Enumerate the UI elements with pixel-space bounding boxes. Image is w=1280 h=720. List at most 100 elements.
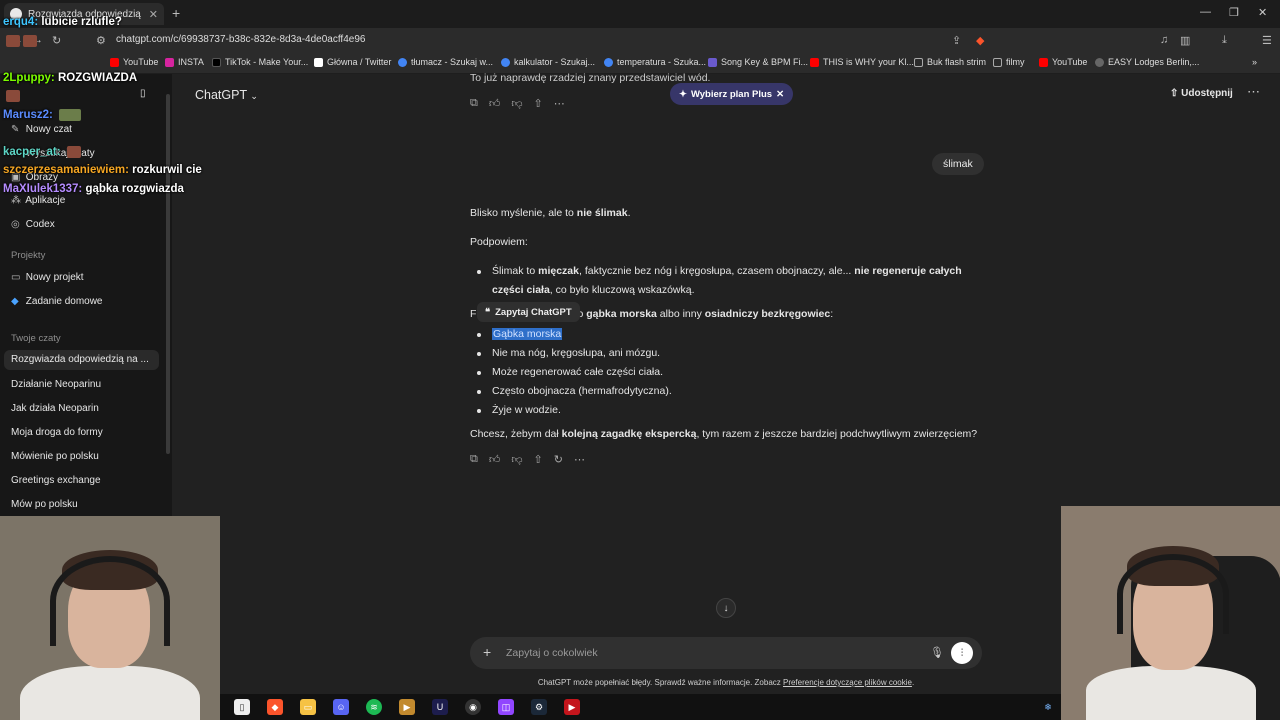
- brave-shield-icon[interactable]: ◆: [976, 34, 984, 47]
- minimize-icon[interactable]: —: [1200, 6, 1211, 18]
- sidebar-item-homework[interactable]: ◆ Zadanie domowe: [11, 296, 103, 307]
- apps-grid-icon: ⁂: [11, 195, 21, 206]
- answer-paragraph-1: Blisko myślenie, ale to nie ślimak.: [470, 207, 631, 219]
- upgrade-label: Wybierz plan Plus: [690, 88, 773, 100]
- bookmark-tlumacz[interactable]: tłumacz - Szukaj w...: [398, 57, 493, 67]
- chat-item[interactable]: Rozgwiazda odpowiedzią na ...: [11, 354, 149, 365]
- overlay-chat-line: erqu4: lubicie rzlufle?: [3, 16, 122, 28]
- bookmark-kalkulator[interactable]: kalkulator - Szukaj...: [501, 57, 595, 67]
- chat-item[interactable]: Działanie Neoparinu: [11, 379, 101, 390]
- selected-text[interactable]: Gąbka morska: [492, 328, 563, 340]
- copy-icon[interactable]: ⧉: [470, 453, 478, 466]
- ultimate-icon[interactable]: U: [432, 699, 448, 715]
- text: :: [830, 308, 834, 320]
- ask-chatgpt-popup[interactable]: ❝ Zapytaj ChatGPT: [477, 302, 580, 322]
- spotify-icon[interactable]: ≋: [366, 699, 382, 715]
- list-item: Może regenerować całe części ciała.: [492, 366, 663, 378]
- chat-username: kacper_at:: [3, 146, 61, 159]
- instagram-icon: [165, 57, 174, 67]
- more-dots-icon[interactable]: ⋯: [554, 97, 565, 110]
- person-shirt: [20, 666, 200, 720]
- toggle-sidebar-icon[interactable]: ▯: [140, 88, 146, 99]
- thumbs-down-icon[interactable]: 👎︎: [511, 453, 522, 466]
- overlay-chat-line: [3, 35, 37, 47]
- google-icon: [604, 57, 613, 67]
- overlay-chat-line: szczerzesamaniewiem: rozkurwil cie: [3, 164, 202, 176]
- video-player-icon[interactable]: ▶: [564, 699, 580, 715]
- sidebar-item-apps[interactable]: ⁂ Aplikacje: [11, 195, 65, 206]
- reload-icon[interactable]: ↻: [52, 34, 61, 47]
- scroll-down-button[interactable]: ↓: [716, 598, 736, 618]
- sidebar-item-codex[interactable]: ◎ Codex: [11, 219, 55, 230]
- twitch-icon[interactable]: ◫: [498, 699, 514, 715]
- close-window-icon[interactable]: ✕: [1258, 6, 1267, 19]
- sidebar-item-new-chat[interactable]: ✎ Nowy czat: [11, 124, 72, 135]
- more-options-icon[interactable]: ⋯: [1247, 84, 1260, 100]
- sidebar-item-new-project[interactable]: ▭ Nowy projekt: [11, 272, 84, 283]
- plus-icon[interactable]: +: [483, 644, 491, 660]
- tab-close-icon[interactable]: ✕: [149, 8, 158, 21]
- chat-item[interactable]: Moja droga do formy: [11, 427, 103, 438]
- media-icon[interactable]: ▶: [399, 699, 415, 715]
- bookmark-youtube[interactable]: YouTube: [110, 57, 158, 67]
- share-page-icon[interactable]: ⇪: [952, 34, 961, 47]
- bookmark-songkey[interactable]: Song Key & BPM Fi...: [708, 57, 808, 67]
- text: ChatGPT może popełniać błędy. Sprawdź wa…: [537, 678, 783, 687]
- music-icon[interactable]: ♫: [1160, 34, 1168, 46]
- bookmark-twitter[interactable]: Główna / Twitter: [314, 57, 391, 67]
- obs-icon[interactable]: ◉: [465, 699, 481, 715]
- bookmark-video[interactable]: THIS is WHY your Kl...: [810, 57, 914, 67]
- prompt-input[interactable]: Zapytaj o cokolwiek: [506, 647, 598, 659]
- menu-icon[interactable]: ☰: [1262, 34, 1272, 47]
- close-icon[interactable]: ✕: [776, 89, 784, 100]
- bookmark-insta[interactable]: INSTA: [165, 57, 204, 67]
- sparkle-icon: ✦: [679, 88, 687, 100]
- thumbs-up-icon[interactable]: 👍︎: [489, 97, 501, 110]
- voice-mode-button[interactable]: ⫶: [951, 642, 973, 664]
- new-tab-icon[interactable]: +: [172, 5, 180, 21]
- model-selector[interactable]: ChatGPT ⌄: [195, 88, 258, 102]
- bookmark-easylodges[interactable]: EASY Lodges Berlin,...: [1095, 57, 1199, 67]
- regenerate-icon[interactable]: ↻: [554, 453, 563, 466]
- chat-item[interactable]: Jak działa Neoparin: [11, 403, 99, 414]
- explorer-icon[interactable]: ▭: [300, 699, 316, 715]
- restore-icon[interactable]: ❐: [1229, 6, 1239, 19]
- bookmark-youtube-2[interactable]: YouTube: [1039, 57, 1087, 67]
- headset-icon: [1117, 554, 1229, 634]
- bookmark-temperatura[interactable]: temperatura - Szuka...: [604, 57, 706, 67]
- sidebar-scrollbar[interactable]: [166, 94, 170, 454]
- thumbs-down-icon[interactable]: 👎︎: [511, 97, 522, 110]
- chat-item[interactable]: Greetings exchange: [11, 475, 101, 486]
- copy-icon[interactable]: ⧉: [470, 97, 478, 110]
- chat-message: gąbka rozgwiazda: [85, 183, 184, 195]
- share-icon[interactable]: ⇧: [534, 97, 543, 110]
- bullet: [477, 390, 481, 394]
- cookie-preferences-link[interactable]: Preferencje dotyczące plików cookie: [783, 678, 912, 687]
- bookmark-tiktok[interactable]: TikTok - Make Your...: [212, 57, 308, 67]
- upgrade-plus-button[interactable]: ✦ Wybierz plan Plus ✕: [670, 83, 794, 105]
- share-button[interactable]: ⇧ Udostępnij: [1170, 88, 1233, 99]
- downloads-icon[interactable]: ⤓: [1222, 34, 1227, 47]
- tiktok-icon: [212, 57, 221, 67]
- bookmark-folder-buk[interactable]: Buk flash strim: [914, 57, 986, 67]
- google-icon: [501, 57, 510, 67]
- chat-item[interactable]: Mówienie po polsku: [11, 451, 99, 462]
- site-settings-icon[interactable]: ⚙: [96, 34, 106, 47]
- bookmark-folder-filmy[interactable]: filmy: [993, 57, 1025, 67]
- file-icon[interactable]: ▯: [234, 699, 250, 715]
- brave-icon[interactable]: ◆: [267, 699, 283, 715]
- bold-text: gąbka morska: [586, 308, 657, 320]
- url-input[interactable]: chatgpt.com/c/69938737-b38c-832e-8d3a-4d…: [116, 34, 365, 45]
- steam-icon[interactable]: ⚙: [531, 699, 547, 715]
- emote-icon: [23, 35, 37, 47]
- composer[interactable]: + Zapytaj o cokolwiek 🎙︎ ⫶: [470, 637, 982, 669]
- weather-icon[interactable]: ❄: [1040, 699, 1056, 715]
- more-dots-icon[interactable]: ⋯: [574, 453, 585, 466]
- microphone-icon[interactable]: 🎙︎: [930, 646, 944, 659]
- thumbs-up-icon[interactable]: 👍︎: [489, 453, 501, 466]
- discord-icon[interactable]: ☺: [333, 699, 349, 715]
- sidebar-toggle-icon[interactable]: ▥: [1180, 34, 1190, 47]
- share-icon[interactable]: ⇧: [534, 453, 543, 466]
- chat-item[interactable]: Mów po polsku: [11, 499, 78, 510]
- more-bookmarks-icon[interactable]: »: [1252, 57, 1257, 67]
